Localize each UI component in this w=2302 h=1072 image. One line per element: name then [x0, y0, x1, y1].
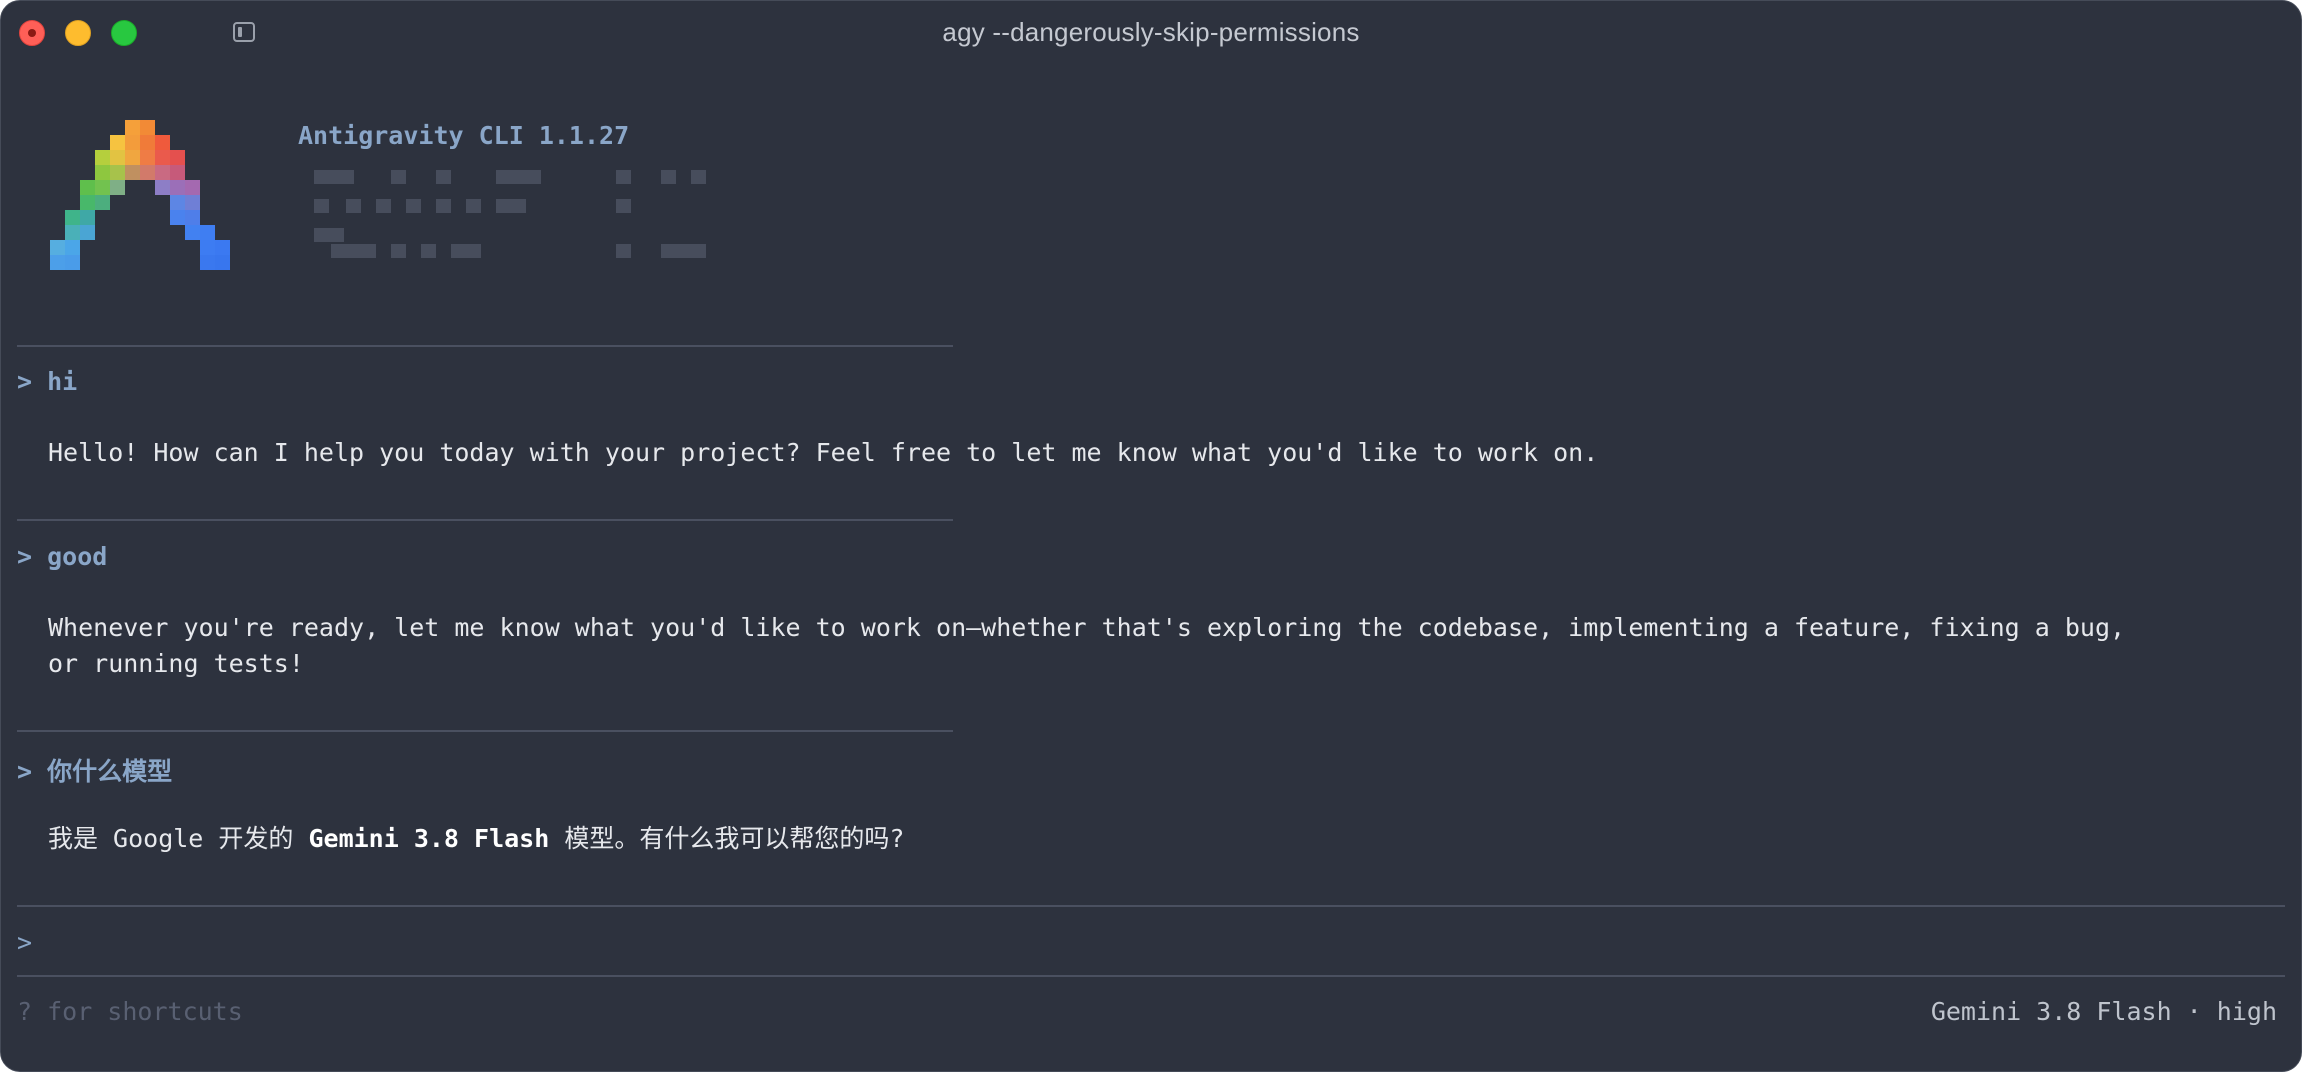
user-prompt: > 你什么模型: [17, 752, 172, 788]
window-title: agy --dangerously-skip-permissions: [942, 17, 1360, 47]
shortcuts-hint: ? for shortcuts: [17, 997, 243, 1026]
response-model-name: Gemini 3.8 Flash: [308, 824, 550, 853]
divider: [17, 345, 953, 347]
assistant-response: Whenever you're ready, let me know what …: [48, 610, 2125, 682]
input-prompt[interactable]: >: [17, 928, 47, 957]
divider: [17, 730, 953, 732]
prompt-symbol: >: [17, 757, 33, 786]
response-line: Whenever you're ready, let me know what …: [48, 613, 2126, 642]
prompt-symbol: >: [17, 367, 33, 396]
response-text: 模型。有什么我可以帮您的吗?: [549, 824, 905, 853]
prompt-text: 你什么模型: [47, 757, 173, 786]
prompt-symbol: >: [17, 542, 33, 571]
response-line: or running tests!: [48, 649, 304, 678]
antigravity-logo-icon: [50, 120, 230, 270]
divider: [17, 905, 2285, 907]
app-name: Antigravity CLI 1.1.27: [298, 121, 630, 150]
response-text: 我是 Google 开发的: [48, 824, 309, 853]
prompt-text: hi: [47, 367, 78, 396]
model-status: Gemini 3.8 Flash · high: [1930, 997, 2277, 1026]
user-prompt: > good: [17, 542, 107, 571]
terminal-window: agy --dangerously-skip-permissions Antig…: [0, 0, 2302, 1072]
assistant-response: Hello! How can I help you today with you…: [48, 435, 1598, 471]
response-line: Hello! How can I help you today with you…: [48, 438, 1599, 467]
assistant-response: 我是 Google 开发的 Gemini 3.8 Flash 模型。有什么我可以…: [48, 821, 904, 857]
divider: [17, 975, 2285, 977]
divider: [17, 519, 953, 521]
prompt-text: good: [47, 542, 108, 571]
input-caret: >: [17, 928, 33, 957]
title-bar: agy --dangerously-skip-permissions: [1, 1, 2301, 65]
user-prompt: > hi: [17, 367, 77, 396]
